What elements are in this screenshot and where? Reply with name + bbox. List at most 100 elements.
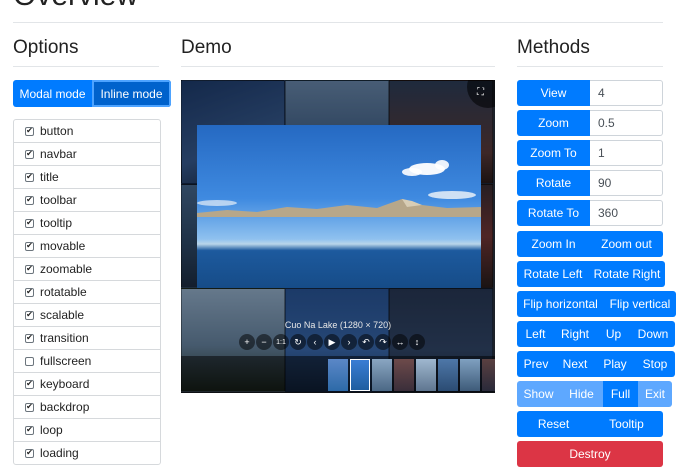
show-button[interactable]: Show [517, 381, 560, 407]
thumbnail[interactable] [416, 359, 436, 391]
checkbox-rotatable[interactable]: ✔ [25, 287, 34, 297]
zoom-to-input[interactable]: 1 [590, 140, 663, 166]
rotate-input[interactable]: 90 [590, 170, 663, 196]
next-icon[interactable]: › [341, 334, 357, 350]
rotate-left-button[interactable]: Rotate Left [517, 261, 589, 287]
rotate-to-button[interactable]: Rotate To [517, 200, 590, 226]
flip-horizontal-icon[interactable]: ↔ [392, 334, 408, 350]
view-button[interactable]: View [517, 80, 590, 106]
checkbox-navbar[interactable]: ✔ [25, 149, 34, 159]
option-transition[interactable]: ✔ transition [14, 326, 160, 349]
thumbnail[interactable] [482, 359, 495, 391]
header-divider [13, 22, 663, 23]
thumbnail[interactable] [460, 359, 480, 391]
display-button-group: Show Hide Full Exit [517, 381, 672, 407]
options-divider [13, 66, 159, 67]
option-toolbar[interactable]: ✔ toolbar [14, 188, 160, 211]
checkbox-fullscreen[interactable] [25, 356, 34, 366]
option-loop[interactable]: ✔ loop [14, 418, 160, 441]
reset-icon[interactable]: ↻ [290, 334, 306, 350]
lake-image [197, 160, 481, 217]
option-button[interactable]: ✔ button [14, 120, 160, 142]
zoom-in-icon[interactable]: + [239, 334, 255, 350]
rotate-right-icon[interactable]: ↷ [375, 334, 391, 350]
checkbox-movable[interactable]: ✔ [25, 241, 34, 251]
viewer-image[interactable] [197, 125, 481, 288]
thumbnail[interactable] [372, 359, 392, 391]
option-fullscreen[interactable]: fullscreen [14, 349, 160, 372]
flip-button-group: Flip horizontal Flip vertical [517, 291, 676, 317]
image-viewer[interactable]: ⛶ Cuo Na Lake (1280 × 720) + −1:1 ↻ ‹ ▶ › ↶ ↷ ↔ ↕ [181, 80, 495, 393]
modal-mode-button[interactable]: Modal mode [13, 80, 92, 107]
full-button[interactable]: Full [603, 381, 638, 407]
play-icon[interactable]: ▶ [324, 334, 340, 350]
option-rotatable[interactable]: ✔ rotatable [14, 280, 160, 303]
tooltip-button[interactable]: Tooltip [590, 411, 663, 437]
checkbox-toolbar[interactable]: ✔ [25, 195, 34, 205]
rotate-button[interactable]: Rotate [517, 170, 590, 196]
checkbox-zoomable[interactable]: ✔ [25, 264, 34, 274]
checkbox-tooltip[interactable]: ✔ [25, 218, 34, 228]
option-tooltip[interactable]: ✔ tooltip [14, 211, 160, 234]
option-label: movable [40, 239, 86, 253]
prev-icon[interactable]: ‹ [307, 334, 323, 350]
move-left-button[interactable]: Left [517, 321, 554, 347]
move-right-button[interactable]: Right [554, 321, 596, 347]
reset-button[interactable]: Reset [517, 411, 590, 437]
next-button[interactable]: Next [555, 351, 595, 377]
checkbox-loop[interactable]: ✔ [25, 425, 34, 435]
flip-horizontal-button[interactable]: Flip horizontal [517, 291, 604, 317]
rotate-left-icon[interactable]: ↶ [358, 334, 374, 350]
option-title[interactable]: ✔ title [14, 165, 160, 188]
option-label: scalable [40, 308, 85, 322]
zoom-input[interactable]: 0.5 [590, 110, 663, 136]
move-button-group: Left Right Up Down [517, 321, 675, 347]
options-list: ✔ button ✔ navbar ✔ title ✔ toolbar ✔ tooltip ✔ mov… [13, 119, 161, 465]
methods-divider [517, 66, 663, 67]
play-button[interactable]: Play [595, 351, 635, 377]
demo-title: Demo [181, 37, 232, 58]
rotate-right-button[interactable]: Rotate Right [589, 261, 665, 287]
option-movable[interactable]: ✔ movable [14, 234, 160, 257]
image-caption: Cuo Na Lake (1280 × 720) [284, 320, 392, 330]
option-keyboard[interactable]: ✔ keyboard [14, 372, 160, 395]
methods-title: Methods [517, 37, 590, 58]
checkbox-button[interactable]: ✔ [25, 126, 34, 136]
move-up-button[interactable]: Up [596, 321, 631, 347]
option-label: tooltip [40, 216, 73, 230]
option-scalable[interactable]: ✔ scalable [14, 303, 160, 326]
flip-vertical-icon[interactable]: ↕ [409, 334, 425, 350]
option-zoomable[interactable]: ✔ zoomable [14, 257, 160, 280]
fullscreen-icon: ⛶ [477, 87, 484, 98]
move-down-button[interactable]: Down [631, 321, 675, 347]
one-to-one-icon[interactable]: 1:1 [273, 334, 289, 350]
checkbox-keyboard[interactable]: ✔ [25, 379, 34, 389]
view-input[interactable]: 4 [590, 80, 663, 106]
thumbnail[interactable] [394, 359, 414, 391]
hide-button[interactable]: Hide [560, 381, 603, 407]
exit-button[interactable]: Exit [638, 381, 672, 407]
stop-button[interactable]: Stop [635, 351, 675, 377]
option-loading[interactable]: ✔ loading [14, 441, 160, 464]
rotate-button-group: Rotate Left Rotate Right [517, 261, 665, 287]
inline-mode-button[interactable]: Inline mode [92, 80, 171, 107]
checkbox-title[interactable]: ✔ [25, 172, 34, 182]
checkbox-loading[interactable]: ✔ [25, 448, 34, 458]
zoom-in-button[interactable]: Zoom In [517, 231, 590, 257]
zoom-out-icon[interactable]: − [256, 334, 272, 350]
flip-vertical-button[interactable]: Flip vertical [604, 291, 676, 317]
zoom-out-button[interactable]: Zoom out [590, 231, 663, 257]
checkbox-scalable[interactable]: ✔ [25, 310, 34, 320]
option-backdrop[interactable]: ✔ backdrop [14, 395, 160, 418]
thumbnail[interactable] [328, 359, 348, 391]
prev-button[interactable]: Prev [517, 351, 555, 377]
zoom-button[interactable]: Zoom [517, 110, 590, 136]
checkbox-backdrop[interactable]: ✔ [25, 402, 34, 412]
thumbnail-active[interactable] [350, 359, 370, 391]
rotate-to-input[interactable]: 360 [590, 200, 663, 226]
thumbnail[interactable] [438, 359, 458, 391]
zoom-to-button[interactable]: Zoom To [517, 140, 590, 166]
destroy-button[interactable]: Destroy [517, 441, 663, 467]
checkbox-transition[interactable]: ✔ [25, 333, 34, 343]
option-navbar[interactable]: ✔ navbar [14, 142, 160, 165]
